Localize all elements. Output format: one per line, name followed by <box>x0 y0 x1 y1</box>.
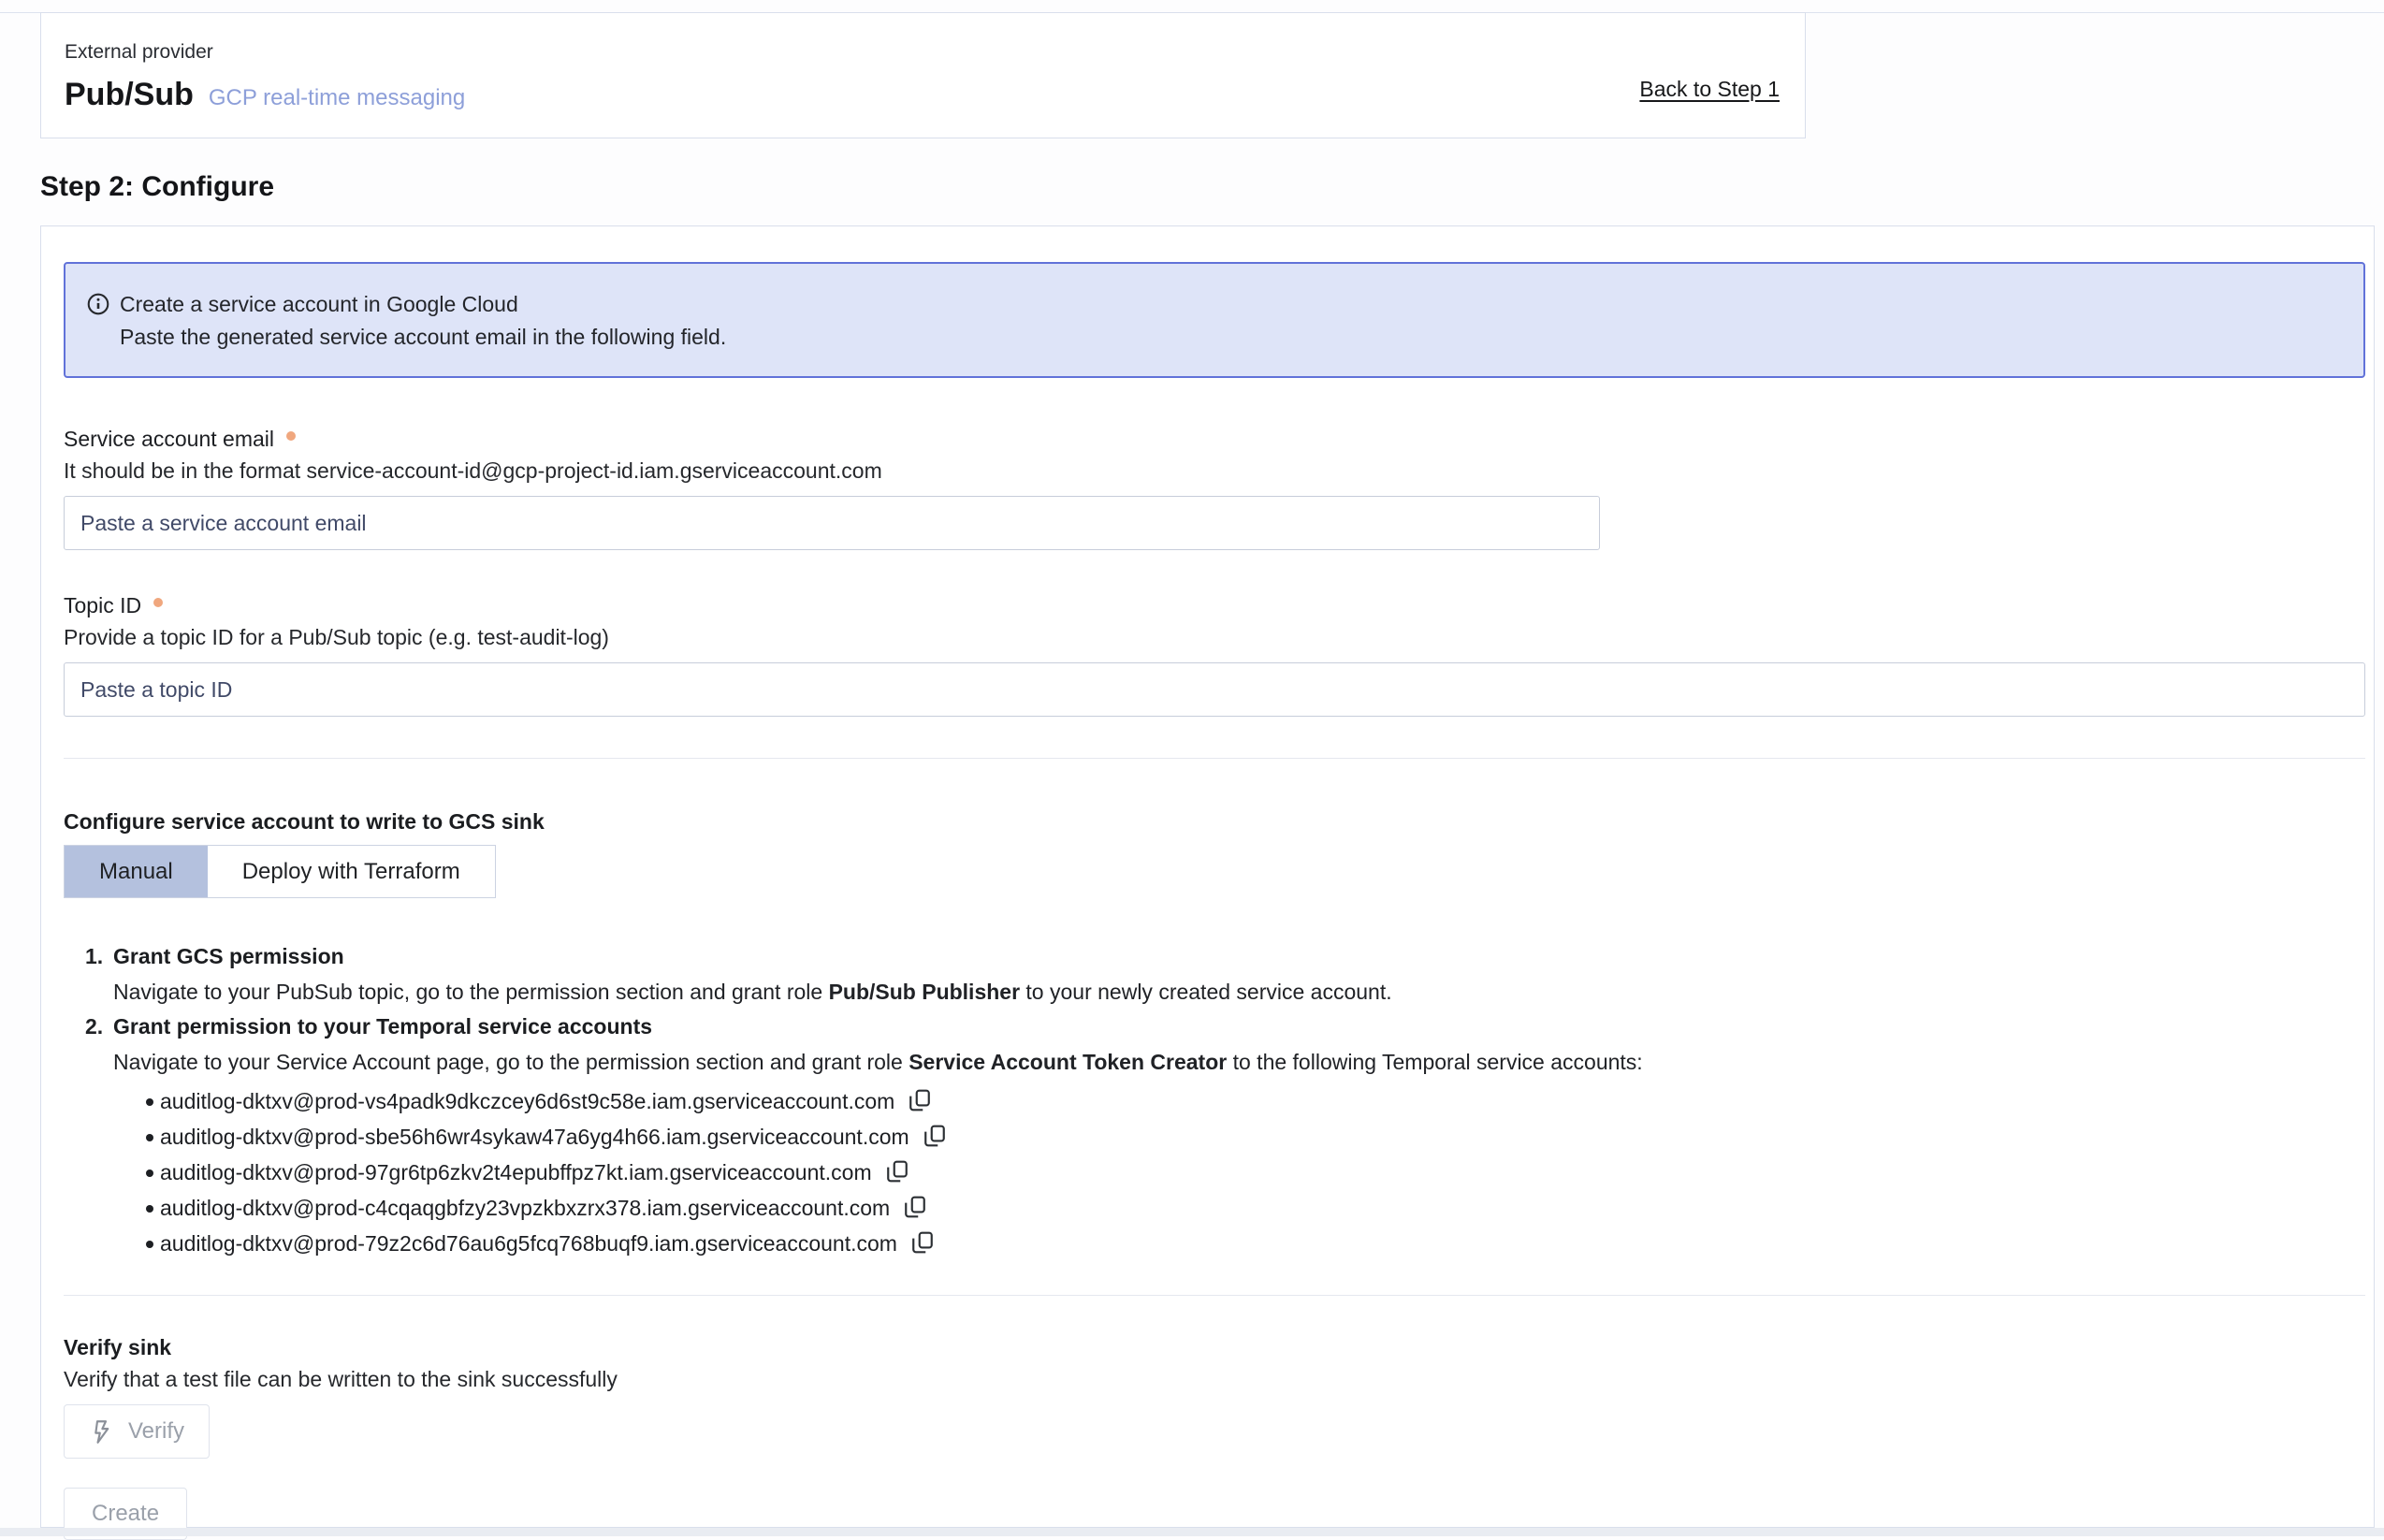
provider-header-card: External provider Pub/Sub GCP real-time … <box>40 12 1806 138</box>
service-account-email-input[interactable] <box>64 496 1600 550</box>
info-circle-icon <box>86 292 110 316</box>
provider-name: Pub/Sub <box>65 77 194 113</box>
copy-icon[interactable] <box>903 1195 927 1219</box>
info-banner-title: Create a service account in Google Cloud <box>120 288 726 321</box>
step-body: Navigate to your PubSub topic, go to the… <box>113 974 2365 1010</box>
service-account-email: auditlog-dktxv@prod-97gr6tp6zkv2t4epubff… <box>160 1160 872 1184</box>
service-account-item: auditlog-dktxv@prod-c4cqaqgbfzy23vpzkbxz… <box>64 1190 2365 1226</box>
service-account-item: auditlog-dktxv@prod-79z2c6d76au6g5fcq768… <box>64 1226 2365 1261</box>
step-title: Grant GCS permission <box>113 939 2365 974</box>
create-button-label: Create <box>92 1501 159 1527</box>
manual-steps: 1. Grant GCS permission Navigate to your… <box>64 939 2365 1080</box>
service-account-item: auditlog-dktxv@prod-97gr6tp6zkv2t4epubff… <box>64 1155 2365 1190</box>
step-number: 1. <box>85 939 103 974</box>
provider-tagline: GCP real-time messaging <box>209 85 465 111</box>
temporal-service-account-list: auditlog-dktxv@prod-vs4padk9dkczcey6d6st… <box>64 1083 2365 1261</box>
section-divider <box>64 1295 2365 1296</box>
step-number: 2. <box>85 1010 103 1044</box>
tab-deploy-with-terraform[interactable]: Deploy with Terraform <box>208 846 495 897</box>
topic-id-helper: Provide a topic ID for a Pub/Sub topic (… <box>64 621 2365 653</box>
step-title: Grant permission to your Temporal servic… <box>113 1010 2365 1044</box>
service-account-email: auditlog-dktxv@prod-sbe56h6wr4sykaw47a6y… <box>160 1125 909 1149</box>
sink-config-tabs: Manual Deploy with Terraform <box>64 845 496 898</box>
info-banner: Create a service account in Google Cloud… <box>64 262 2365 378</box>
verify-button[interactable]: Verify <box>64 1404 210 1459</box>
service-account-email-field-group: Service account email It should be in th… <box>64 423 2365 550</box>
required-dot-icon <box>153 598 163 607</box>
service-account-item: auditlog-dktxv@prod-sbe56h6wr4sykaw47a6y… <box>64 1119 2365 1155</box>
service-account-email: auditlog-dktxv@prod-c4cqaqgbfzy23vpzkbxz… <box>160 1196 890 1220</box>
page-title: Step 2: Configure <box>40 171 274 203</box>
topic-id-field-group: Topic ID Provide a topic ID for a Pub/Su… <box>64 589 2365 717</box>
step-grant-temporal-permission: 2. Grant permission to your Temporal ser… <box>64 1010 2365 1080</box>
configure-sink-section-title: Configure service account to write to GC… <box>64 809 2365 835</box>
configure-card: Create a service account in Google Cloud… <box>40 225 2375 1528</box>
step-body: Navigate to your Service Account page, g… <box>113 1044 2365 1080</box>
service-account-item: auditlog-dktxv@prod-vs4padk9dkczcey6d6st… <box>64 1083 2365 1119</box>
info-banner-body: Paste the generated service account emai… <box>120 321 726 354</box>
lightning-icon <box>89 1419 114 1445</box>
verify-button-label: Verify <box>128 1418 184 1445</box>
required-dot-icon <box>286 431 296 441</box>
page-bottom-strip <box>0 1528 2384 1536</box>
provider-eyebrow: External provider <box>65 41 1780 64</box>
section-divider <box>64 758 2365 759</box>
copy-icon[interactable] <box>923 1124 947 1148</box>
topic-id-label: Topic ID <box>64 589 141 621</box>
service-account-email-helper: It should be in the format service-accou… <box>64 455 2365 487</box>
copy-icon[interactable] <box>910 1230 935 1255</box>
service-account-email: auditlog-dktxv@prod-79z2c6d76au6g5fcq768… <box>160 1231 897 1256</box>
tab-manual[interactable]: Manual <box>65 846 208 897</box>
service-account-email-label: Service account email <box>64 423 274 455</box>
verify-sink-helper: Verify that a test file can be written t… <box>64 1363 2365 1395</box>
copy-icon[interactable] <box>885 1159 909 1184</box>
back-to-step-1-link[interactable]: Back to Step 1 <box>1639 77 1780 102</box>
topic-id-input[interactable] <box>64 662 2365 717</box>
verify-sink-title: Verify sink <box>64 1331 2365 1363</box>
step-grant-gcs-permission: 1. Grant GCS permission Navigate to your… <box>64 939 2365 1010</box>
copy-icon[interactable] <box>908 1088 932 1112</box>
service-account-email: auditlog-dktxv@prod-vs4padk9dkczcey6d6st… <box>160 1089 894 1113</box>
